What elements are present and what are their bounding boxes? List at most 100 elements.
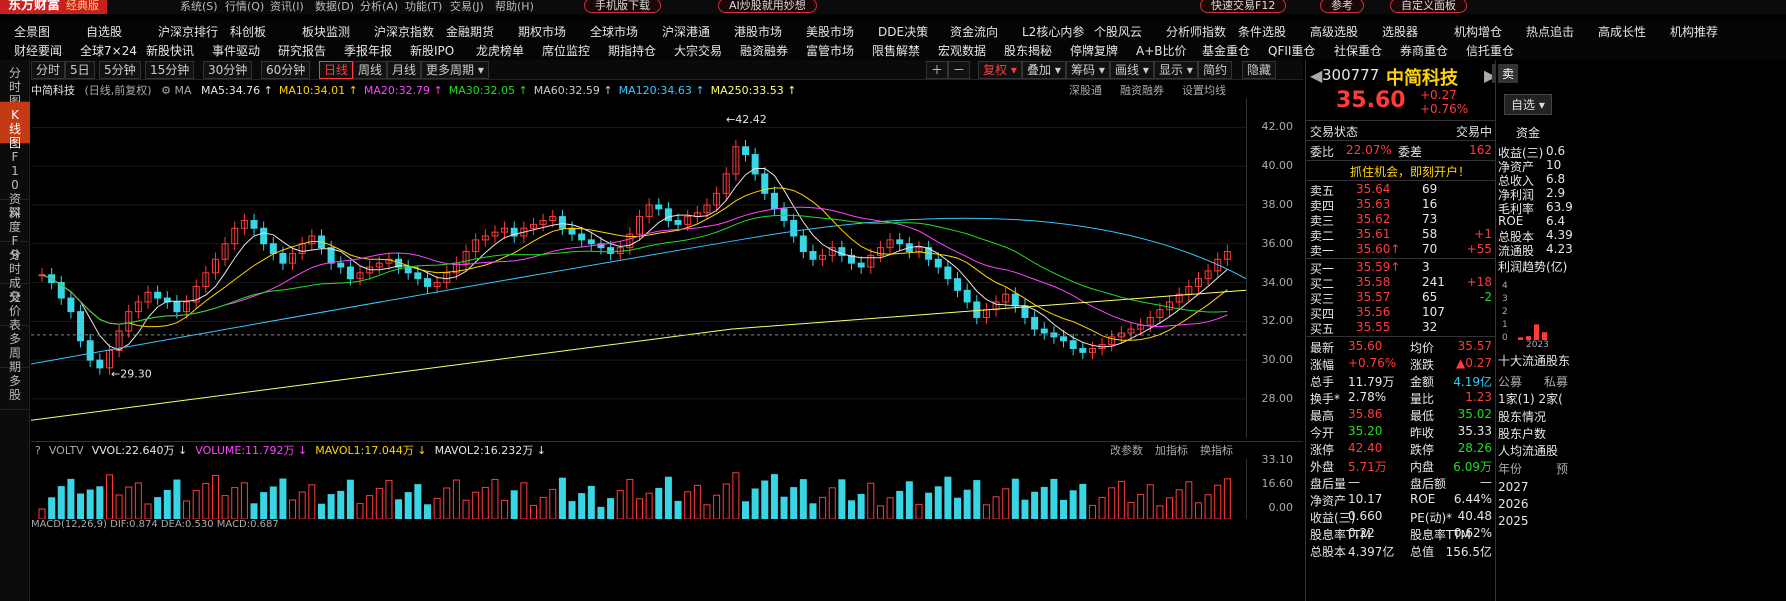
period-tab[interactable]: 5分钟	[99, 61, 141, 79]
ai-button[interactable]: AI炒股就用妙想	[718, 0, 817, 13]
ask-row[interactable]: 卖三 35.62 73	[1310, 212, 1492, 228]
left-tab[interactable]: 深度F9	[0, 200, 30, 262]
nav-item[interactable]: 港股市场	[734, 23, 782, 40]
nav-item[interactable]: A+B比价	[1136, 42, 1187, 59]
settings-icon[interactable]: ⚙ MA	[161, 84, 191, 97]
left-tab[interactable]: 多股	[0, 368, 30, 410]
finance-link[interactable]: 人均流通股	[1498, 442, 1558, 459]
chart-tool-button[interactable]: 简约	[1198, 61, 1233, 79]
nav-item[interactable]: DDE决策	[878, 23, 928, 40]
bid-row[interactable]: 买四 35.56 107	[1310, 305, 1492, 321]
period-tab[interactable]: 5日	[65, 61, 95, 79]
nav-item[interactable]: 停牌复牌	[1070, 42, 1118, 59]
left-tab[interactable]: 分价表	[0, 284, 30, 332]
zoom-out-icon[interactable]: －	[948, 61, 971, 79]
prev-stock-icon[interactable]: ◀	[1310, 66, 1322, 85]
nav-item[interactable]: 限售解禁	[872, 42, 920, 59]
chart-tool-button[interactable]: 画线 ▾	[1110, 61, 1154, 79]
nav-item[interactable]: 全景图	[14, 23, 50, 40]
nav-item[interactable]: 沪深京指数	[374, 23, 434, 40]
nav-item[interactable]: 富管市场	[806, 42, 854, 59]
nav-item[interactable]: 融资融券	[740, 42, 788, 59]
nav-item[interactable]: 板块监测	[302, 23, 350, 40]
help-button[interactable]: 参考	[1320, 0, 1364, 13]
left-tab[interactable]: 多周期	[0, 326, 30, 374]
nav-item[interactable]: L2核心内参	[1022, 23, 1084, 40]
nav-item[interactable]: 科创板	[230, 23, 266, 40]
nav-item[interactable]: 研究报告	[278, 42, 326, 59]
period-tab[interactable]: 分时	[31, 61, 66, 79]
left-tab[interactable]: K线图	[0, 102, 30, 150]
nav-item[interactable]: 大宗交易	[674, 42, 722, 59]
quick-trade-button[interactable]: 快速交易F12	[1200, 0, 1287, 13]
nav-item[interactable]: 自选股	[86, 23, 122, 40]
chart-tool-button[interactable]: 叠加 ▾	[1022, 61, 1066, 79]
sell-button[interactable]: 卖	[1498, 64, 1519, 83]
nav-item[interactable]: QFII重仓	[1268, 42, 1315, 59]
chart-tool-button[interactable]: 隐藏	[1242, 61, 1277, 79]
chart-tool-button[interactable]: 筹码 ▾	[1066, 61, 1110, 79]
mobile-download-button[interactable]: 手机版下载	[584, 0, 661, 13]
nav-item[interactable]: 宏观数据	[938, 42, 986, 59]
left-tab[interactable]: F10资料	[0, 144, 30, 220]
nav-item[interactable]: 新股IPO	[410, 42, 454, 59]
top-menu-item[interactable]: 行情(Q)	[225, 0, 264, 13]
nav-item[interactable]: 龙虎榜单	[476, 42, 524, 59]
nav-item[interactable]: 热点追击	[1526, 23, 1574, 40]
help-icon[interactable]: ?	[35, 444, 41, 457]
nav-item[interactable]: 社保重仓	[1334, 42, 1382, 59]
nav-item[interactable]: 期指持仓	[608, 42, 656, 59]
custom-panel-button[interactable]: 自定义面板	[1390, 0, 1467, 13]
nav-item[interactable]: 选股器	[1382, 23, 1418, 40]
finance-link[interactable]: 股东情况	[1498, 408, 1546, 425]
nav-item[interactable]: 机构推荐	[1670, 23, 1718, 40]
bid-row[interactable]: 买五 35.55 32	[1310, 320, 1492, 336]
nav-item[interactable]: 美股市场	[806, 23, 854, 40]
nav-item[interactable]: 财经要闻	[14, 42, 62, 59]
candlestick-chart[interactable]: ←42.42 ←29.30	[31, 98, 1246, 438]
profit-trend-title[interactable]: 利润趋势(亿)	[1498, 258, 1567, 275]
top-menu-item[interactable]: 分析(A)	[360, 0, 398, 13]
chart-tool-button[interactable]: 复权 ▾	[978, 61, 1022, 79]
nav-item[interactable]: 资金流向	[950, 23, 998, 40]
legend-link[interactable]: 融资融券	[1120, 84, 1164, 97]
nav-item[interactable]: 季报年报	[344, 42, 392, 59]
bid-row[interactable]: 买一 35.59↑ 3	[1310, 260, 1492, 276]
finance-tab[interactable]: 资金	[1516, 124, 1540, 141]
nav-item[interactable]: 沪深港通	[662, 23, 710, 40]
top-menu-item[interactable]: 系统(S)	[180, 0, 218, 13]
nav-item[interactable]: 席位监控	[542, 42, 590, 59]
nav-item[interactable]: 股东揭秘	[1004, 42, 1052, 59]
nav-item[interactable]: 沪深京排行	[158, 23, 218, 40]
nav-item[interactable]: 个股风云	[1094, 23, 1142, 40]
ask-row[interactable]: 卖一 35.60↑ 70 +55	[1310, 242, 1492, 258]
period-tab[interactable]: 日线	[319, 61, 354, 79]
nav-item[interactable]: 机构增仓	[1454, 23, 1502, 40]
nav-item[interactable]: 新股快讯	[146, 42, 194, 59]
vol-link[interactable]: 换指标	[1200, 444, 1233, 457]
ask-row[interactable]: 卖四 35.63 16	[1310, 197, 1492, 213]
nav-item[interactable]: 高成长性	[1598, 23, 1646, 40]
nav-item[interactable]: 条件选股	[1238, 23, 1286, 40]
left-tab[interactable]: 分时图	[0, 60, 30, 108]
nav-item[interactable]: 券商重仓	[1400, 42, 1448, 59]
period-tab[interactable]: 60分钟	[261, 61, 311, 79]
vol-link[interactable]: 改参数	[1110, 444, 1143, 457]
nav-item[interactable]: 高级选股	[1310, 23, 1358, 40]
nav-item[interactable]: 事件驱动	[212, 42, 260, 59]
bid-row[interactable]: 买三 35.57 65 -2	[1310, 290, 1492, 306]
nav-item[interactable]: 金融期货	[446, 23, 494, 40]
period-tab[interactable]: 周线	[353, 61, 388, 79]
nav-item[interactable]: 信托重仓	[1466, 42, 1514, 59]
period-tab[interactable]: 30分钟	[203, 61, 253, 79]
watchlist-button[interactable]: 自选 ▾	[1504, 94, 1552, 115]
nav-item[interactable]: 分析师指数	[1166, 23, 1226, 40]
top-menu-item[interactable]: 数据(D)	[315, 0, 354, 13]
ask-row[interactable]: 卖二 35.61 58 +1	[1310, 227, 1492, 243]
period-tab[interactable]: 月线	[387, 61, 422, 79]
nav-item[interactable]: 期权市场	[518, 23, 566, 40]
nav-item[interactable]: 全球市场	[590, 23, 638, 40]
chart-tool-button[interactable]: 显示 ▾	[1154, 61, 1198, 79]
top-menu-item[interactable]: 帮助(H)	[495, 0, 534, 13]
legend-link[interactable]: 深股通	[1069, 84, 1102, 97]
